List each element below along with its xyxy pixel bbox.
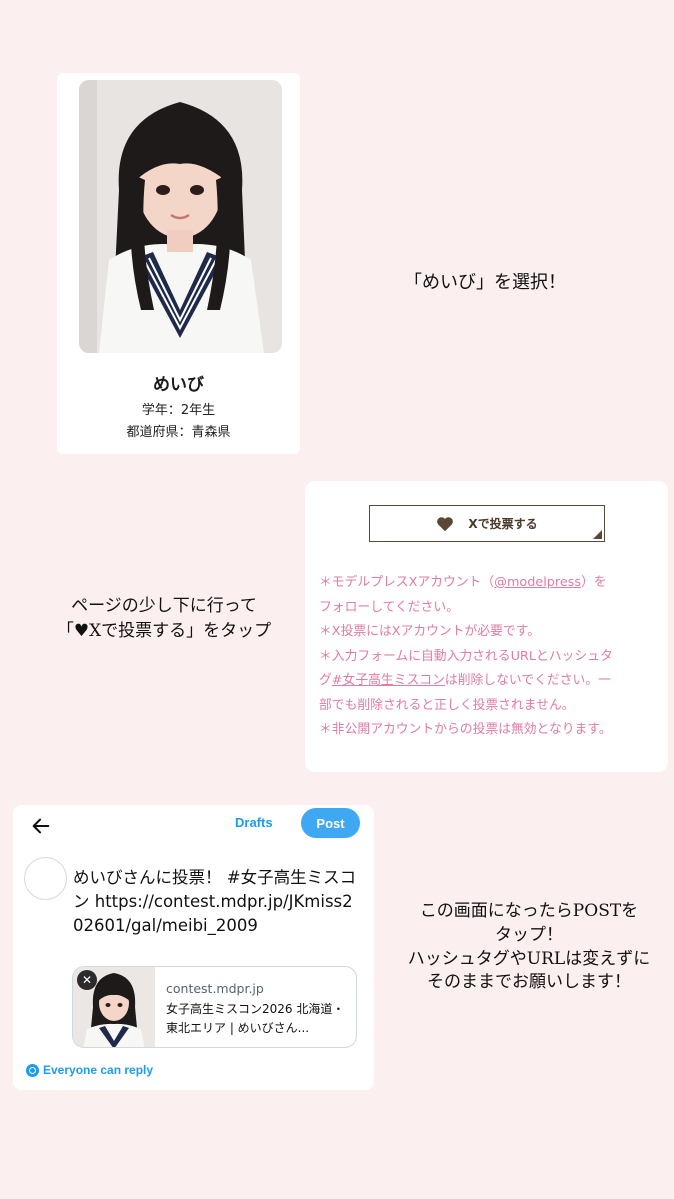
- x-compose-screen: Drafts Post めいびさんに投票！ #女子高生ミスコン https://…: [13, 805, 374, 1090]
- avatar: [24, 857, 67, 900]
- back-arrow-icon[interactable]: [30, 815, 52, 837]
- note-private-account: ＊非公開アカウントからの投票は無効となります。: [319, 722, 612, 737]
- contestant-grade: 学年：2年生: [141, 403, 216, 418]
- link-preview-card[interactable]: ✕ contest.mdpr.jp 女子高生ミスコン2026 北海道・東北エリア…: [72, 966, 357, 1048]
- reply-setting-label: Everyone can reply: [43, 1063, 154, 1077]
- vote-panel: Xで投票する ＊モデルプレスXアカウント（@modelpress）を フォローし…: [305, 481, 668, 772]
- link-title: 女子高生ミスコン2026 北海道・東北エリア | めいびさん...: [166, 1002, 345, 1035]
- note-text: は削除しないでください。一: [444, 673, 611, 688]
- link-thumbnail: ✕: [73, 967, 155, 1047]
- instruction-line: この画面になったらPOSTを: [419, 901, 639, 921]
- vote-notes: ＊モデルプレスXアカウント（@modelpress）を フォローしてください。 …: [319, 571, 659, 743]
- note-url-hashtag-cont2: 部でも削除されると正しく投票されません。: [319, 697, 575, 713]
- note-account-required: ＊X投票にはXアカウントが必要です。: [319, 624, 541, 639]
- link-domain: contest.mdpr.jp: [166, 981, 264, 996]
- instruction-line: ハッシュタグやURLは変えずに: [407, 948, 651, 969]
- note-text: ）を: [581, 575, 607, 590]
- modelpress-link[interactable]: @modelpress: [494, 575, 581, 590]
- note-text: グ: [319, 673, 332, 688]
- contestant-card[interactable]: めいび 学年：2年生 都道府県：青森県: [57, 73, 300, 454]
- instruction-line: タップ！: [495, 924, 563, 945]
- instruction-line: 「♥Xで投票する」をタップ: [56, 620, 272, 641]
- note-follow-cont: フォローしてください。: [319, 599, 459, 615]
- vote-button-label: Xで投票する: [468, 517, 538, 531]
- close-icon[interactable]: ✕: [77, 970, 97, 990]
- instruction-post: この画面になったらPOSTを タップ！ ハッシュタグやURLは変えずに そのまま…: [374, 900, 674, 995]
- note-follow: ＊モデルプレスXアカウント（@modelpress）を: [319, 571, 659, 596]
- hashtag-link[interactable]: #女子高生ミスコン: [332, 673, 445, 688]
- note-text: ＊モデルプレスXアカウント（: [319, 575, 495, 590]
- heart-icon: [437, 516, 454, 531]
- note-url-hashtag: ＊入力フォームに自動入力されるURLとハッシュタ: [319, 648, 613, 664]
- contestant-name: めいび: [153, 375, 204, 395]
- contestant-photo: [79, 80, 282, 353]
- instruction-select: 「めいび」を選択！: [404, 272, 566, 293]
- globe-icon: [26, 1063, 39, 1077]
- tweet-text-input[interactable]: めいびさんに投票！ #女子高生ミスコン https://contest.mdpr…: [73, 866, 363, 938]
- note-url-hashtag-cont: グ#女子高生ミスコンは削除しないでください。一: [319, 669, 659, 694]
- contestant-prefecture: 都道府県：青森県: [126, 425, 231, 440]
- instruction-line: そのままでお願いします！: [427, 972, 631, 993]
- drafts-button[interactable]: Drafts: [235, 815, 273, 830]
- instruction-scroll: ページの少し下に行って 「♥Xで投票する」をタップ: [8, 594, 320, 643]
- vote-on-x-button[interactable]: Xで投票する: [369, 505, 605, 542]
- post-button[interactable]: Post: [301, 808, 360, 838]
- instruction-line: ページの少し下に行って: [71, 596, 257, 616]
- corner-triangle-icon: [593, 530, 602, 539]
- reply-setting-button[interactable]: Everyone can reply: [26, 1063, 153, 1077]
